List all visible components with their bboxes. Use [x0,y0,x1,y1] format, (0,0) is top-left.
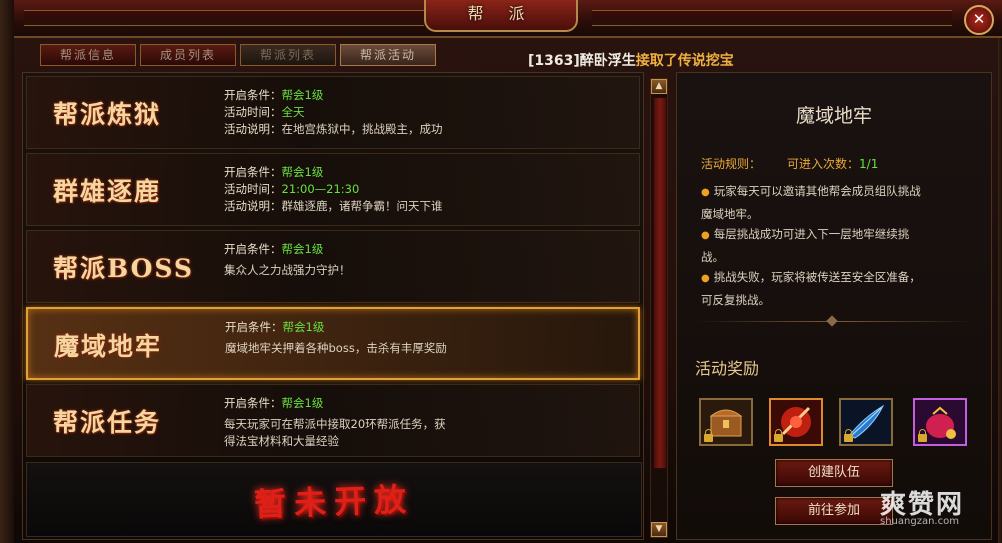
reward-slot-3[interactable] [839,398,893,446]
open-condition-label: 开启条件： [224,88,282,102]
scroll-thumb[interactable] [653,97,667,469]
rule-item-cont: 战。 [701,249,724,264]
entries-label: 可进入次数： [787,157,860,171]
bullet-icon: ● [701,187,710,198]
lock-icon [704,429,713,442]
close-button[interactable]: ✕ [964,5,994,35]
activity-desc-line: 每天玩家可在帮派中接取20环帮派任务，获 [224,417,446,431]
bullet-icon: ● [701,230,710,241]
open-condition-value: 帮会1级 [281,88,324,102]
activity-time-value: 21:00—21:30 [281,182,360,196]
arrow-up-icon[interactable]: ▲ [656,81,663,91]
rule-item: ● 每层挑战成功可进入下一层地牢继续挑 [701,227,910,241]
reward-slot-2[interactable] [769,398,823,446]
activity-scrollbar[interactable]: ▲ ▼ [650,78,668,538]
activity-desc: 在地宫炼狱中，挑战殿主，成功 [281,122,443,136]
activity-info: 开启条件：帮会1级 魔域地牢关押着各种boss，击杀有丰厚奖励 [225,319,447,357]
activity-desc: 魔域地牢关押着各种boss，击杀有丰厚奖励 [225,341,447,355]
lock-icon [918,429,927,442]
tab-guild-activities[interactable]: 帮派活动 [340,44,436,66]
not-open-text: 暂未开放 [253,480,415,524]
activity-item-locked: 暂未开放 [26,462,642,537]
announcement-action: 接取了传说挖宝 [635,53,734,68]
activity-item-purgatory[interactable]: 帮派炼狱 开启条件：帮会1级 活动时间：全天 活动说明：在地宫炼狱中，挑战殿主，… [26,76,640,149]
left-border [0,0,14,543]
reward-slot-4[interactable] [913,398,967,446]
create-team-button[interactable]: 创建队伍 [775,459,893,487]
activity-desc-line: 得法宝材料和大量经验 [224,434,339,448]
open-condition-label: 开启条件： [224,165,282,179]
tab-guild-list[interactable]: 帮派列表 [240,44,336,66]
scroll-up-button[interactable]: ▲ [651,79,667,94]
activity-info: 开启条件：帮会1级 每天玩家可在帮派中接取20环帮派任务，获 得法宝材料和大量经… [224,395,446,450]
open-condition-value: 帮会1级 [281,242,324,256]
activity-item-demon-dungeon[interactable]: 魔域地牢 开启条件：帮会1级 魔域地牢关押着各种boss，击杀有丰厚奖励 [26,307,640,380]
activity-time-label: 活动时间： [224,105,282,119]
reward-slot-1[interactable] [699,398,753,446]
activity-desc: 集众人之力战强力守护！ [224,263,351,277]
lock-icon [774,429,783,442]
lock-icon [844,429,853,442]
activity-name: 魔域地牢 [54,332,163,361]
activity-name: 帮派任务 [53,408,162,437]
open-condition-label: 开启条件： [224,242,282,256]
reward-title: 活动奖励 [695,359,760,378]
tab-member-list[interactable]: 成员列表 [140,44,236,66]
tab-guild-info[interactable]: 帮派信息 [40,44,136,66]
activity-name: 群雄逐鹿 [53,177,162,206]
open-condition-label: 开启条件： [225,320,283,334]
open-condition-value: 帮会1级 [281,165,324,179]
rule-item-cont: 魔域地牢。 [701,206,759,221]
watermark-url: shuangzan.com [880,516,959,527]
detail-title: 魔域地牢 [795,105,872,127]
activity-time-label: 活动时间： [224,182,282,196]
bullet-icon: ● [701,273,710,284]
activity-desc-label: 活动说明： [224,199,282,213]
rules-header: 活动规则： 可进入次数：1/1 [701,155,878,172]
open-condition-label: 开启条件： [224,396,282,410]
rule-item-cont: 可反复挑战。 [701,292,770,307]
title-rail-left [24,10,424,26]
rules-label: 活动规则： [701,157,762,171]
rule-item: ● 挑战失败，玩家将被传送至安全区准备， [701,270,921,284]
rules-list: ● 玩家每天可以邀请其他帮会成员组队挑战 魔域地牢。 ● 每层挑战成功可进入下一层地… [701,181,981,310]
window-title: 帮 派 [424,0,578,32]
open-condition-value: 帮会1级 [282,320,325,334]
join-activity-button[interactable]: 前往参加 [775,497,893,525]
activity-info: 开启条件：帮会1级 集众人之力战强力守护！ [224,241,351,279]
tab-bar: 帮派信息 成员列表 帮派列表 帮派活动 [40,44,436,70]
activity-item-guild-boss[interactable]: 帮派BOSS 开启条件：帮会1级 集众人之力战强力守护！ [26,230,640,303]
activity-time-value: 全天 [281,105,305,119]
divider-gem-icon [826,315,838,327]
title-rail-right [592,10,952,26]
activity-name: 帮派BOSS [53,254,194,283]
guild-window: 帮 派 ✕ 帮派信息 成员列表 帮派列表 帮派活动 [1363]醉卧浮生接取了传… [0,0,1002,543]
activity-desc: 群雄逐鹿，诸帮争霸！问天下谁 [281,199,443,213]
scroll-down-button[interactable]: ▼ [651,522,667,537]
arrow-down-icon[interactable]: ▼ [656,524,663,534]
entries-value: 1/1 [859,157,879,171]
activity-info: 开启条件：帮会1级 活动时间：21:00—21:30 活动说明：群雄逐鹿，诸帮争… [224,164,443,215]
activity-item-chase-deer[interactable]: 群雄逐鹿 开启条件：帮会1级 活动时间：21:00—21:30 活动说明：群雄逐… [26,153,640,226]
announcement-player: [1363]醉卧浮生 [528,53,636,68]
rule-item: ● 玩家每天可以邀请其他帮会成员组队挑战 [701,184,921,198]
close-icon[interactable]: ✕ [973,10,986,28]
activity-info: 开启条件：帮会1级 活动时间：全天 活动说明：在地宫炼狱中，挑战殿主，成功 [224,87,443,138]
activity-name: 帮派炼狱 [53,100,162,129]
activity-desc-label: 活动说明： [224,122,282,136]
activity-list: 帮派炼狱 开启条件：帮会1级 活动时间：全天 活动说明：在地宫炼狱中，挑战殿主，… [22,72,644,540]
activity-detail-panel: 魔域地牢 活动规则： 可进入次数：1/1 ● 玩家每天可以邀请其他帮会成员组队挑战 … [676,72,992,540]
right-border [998,0,1002,543]
announcement-ticker: [1363]醉卧浮生接取了传说挖宝 [528,50,774,68]
activity-item-guild-quest[interactable]: 帮派任务 开启条件：帮会1级 每天玩家可在帮派中接取20环帮派任务，获 得法宝材… [26,384,640,457]
open-condition-value: 帮会1级 [281,396,324,410]
